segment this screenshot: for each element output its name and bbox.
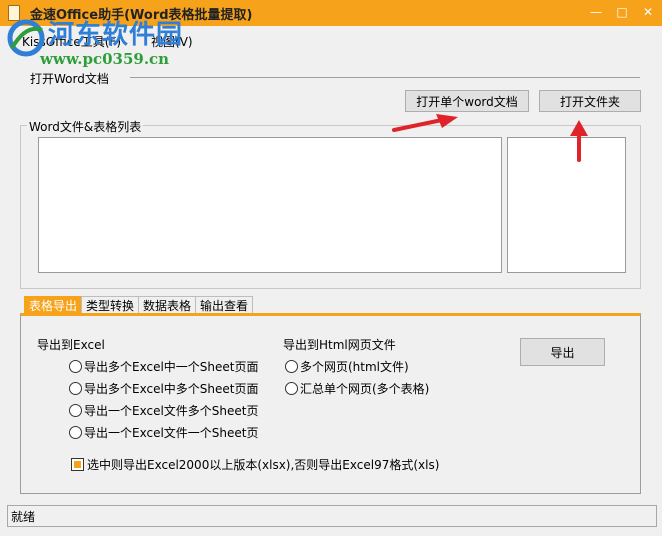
title-bar: 金速Office助手(Word表格批量提取) — □ ✕ (0, 0, 662, 26)
status-text: 就绪 (11, 509, 36, 524)
radio-label: 导出一个Excel文件一个Sheet页 (84, 426, 259, 440)
checkbox-fill (74, 461, 81, 468)
tab-strip: 表格导出 类型转换 数据表格 输出查看 (24, 296, 254, 314)
radio-option[interactable]: 导出多个Excel中一个Sheet页面 (69, 358, 258, 375)
section-divider (130, 77, 640, 78)
word-table-list-group: Word文件&表格列表 (20, 118, 641, 289)
html-export-label: 导出到Html网页文件 (283, 338, 396, 352)
radio-label: 汇总单个网页(多个表格) (300, 382, 430, 396)
radio-label: 导出一个Excel文件多个Sheet页 (84, 404, 259, 418)
radio-label: 导出多个Excel中多个Sheet页面 (84, 382, 259, 396)
word-file-list[interactable] (38, 137, 502, 273)
radio-icon[interactable] (69, 360, 82, 373)
close-icon[interactable]: ✕ (640, 4, 656, 20)
window-title: 金速Office助手(Word表格批量提取) (30, 7, 253, 23)
xlsx-checkbox[interactable] (71, 458, 84, 471)
app-icon (8, 5, 20, 21)
radio-option[interactable]: 多个网页(html文件) (285, 358, 409, 375)
radio-icon[interactable] (285, 360, 298, 373)
radio-label: 导出多个Excel中一个Sheet页面 (84, 360, 259, 374)
minimize-icon[interactable]: — (588, 4, 604, 20)
menu-bar: KissOffice工具(F) 视图(V) (0, 30, 662, 52)
menu-tools[interactable]: KissOffice工具(F) (14, 33, 129, 50)
radio-icon[interactable] (285, 382, 298, 395)
radio-label: 多个网页(html文件) (300, 360, 409, 374)
radio-option[interactable]: 导出多个Excel中多个Sheet页面 (69, 380, 258, 397)
open-word-label: 打开Word文档 (28, 70, 111, 87)
radio-icon[interactable] (69, 382, 82, 395)
status-bar: 就绪 (7, 505, 657, 527)
radio-option[interactable]: 导出一个Excel文件多个Sheet页 (69, 402, 258, 419)
table-list[interactable] (507, 137, 626, 273)
annotation-arrow-icon (392, 114, 458, 132)
radio-icon[interactable] (69, 404, 82, 417)
open-word-section: 打开Word文档 (20, 70, 640, 87)
radio-option[interactable]: 汇总单个网页(多个表格) (285, 380, 429, 397)
tab-table-export[interactable]: 表格导出 (24, 296, 83, 314)
open-word-button[interactable]: 打开单个word文档 (405, 90, 529, 112)
tab-data-table[interactable]: 数据表格 (138, 296, 197, 314)
tab-output-view[interactable]: 输出查看 (195, 296, 254, 314)
xlsx-checkbox-row[interactable]: 选中则导出Excel2000以上版本(xlsx),否则导出Excel97格式(x… (71, 456, 439, 473)
watermark-url: www.pc0359.cn (40, 50, 170, 68)
maximize-icon[interactable]: □ (614, 4, 630, 20)
menu-view[interactable]: 视图(V) (143, 33, 201, 50)
xlsx-checkbox-label: 选中则导出Excel2000以上版本(xlsx),否则导出Excel97格式(x… (87, 458, 440, 472)
export-button[interactable]: 导出 (520, 338, 605, 366)
radio-option[interactable]: 导出一个Excel文件一个Sheet页 (69, 424, 258, 441)
tab-type-convert[interactable]: 类型转换 (81, 296, 140, 314)
export-panel: 导出到Excel 导出多个Excel中一个Sheet页面 导出多个Excel中多… (20, 313, 641, 494)
annotation-arrow-icon (570, 120, 588, 162)
excel-export-label: 导出到Excel (37, 338, 105, 352)
open-folder-button[interactable]: 打开文件夹 (539, 90, 641, 112)
radio-icon[interactable] (69, 426, 82, 439)
window-controls: — □ ✕ (588, 4, 656, 20)
word-table-list-label: Word文件&表格列表 (27, 118, 144, 135)
